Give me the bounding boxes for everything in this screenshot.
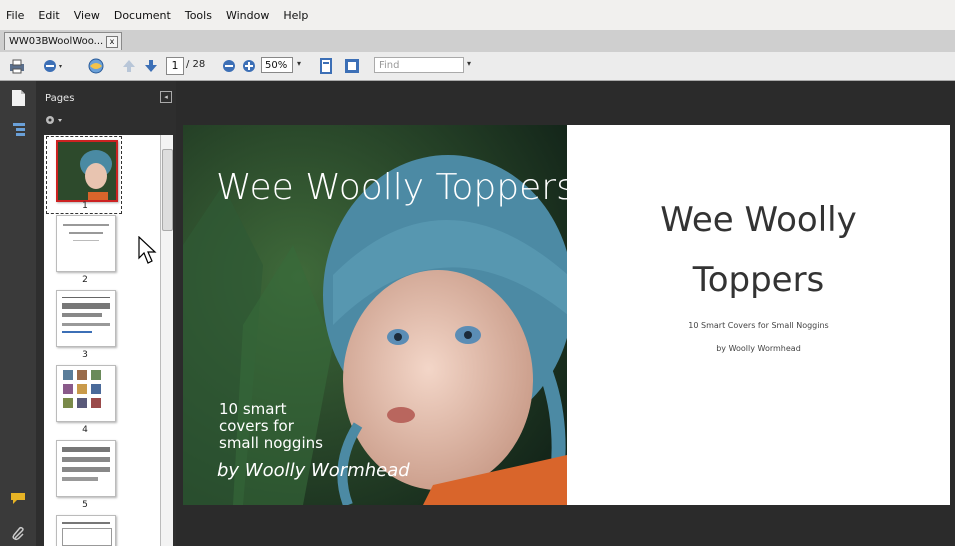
mouse-cursor-icon [138,236,157,264]
zoom-out-icon [223,60,235,72]
thumbnail-grid-image [63,370,101,408]
comment-icon[interactable] [9,491,27,505]
previous-page-button[interactable] [122,57,136,75]
print-button[interactable] [8,57,26,75]
cover-subtitle-line-3: small noggins [219,434,323,452]
document-tab-bar: WW03BWoolWoo... x [0,30,955,53]
options-gear-icon[interactable] [44,113,68,127]
share-button[interactable] [42,57,64,75]
pages-panel: Pages ◂ 1 2 3 4 5 [36,81,176,546]
thumbnail-page-2[interactable] [56,215,116,272]
thumbnail-page-3[interactable] [56,290,116,347]
thumbnail-label-5: 5 [82,500,88,510]
thumbnail-label-4: 4 [82,425,88,435]
thumbnail-page-5[interactable] [56,440,116,497]
title-page-subtitle: 10 Smart Covers for Small Noggins [688,321,829,330]
menu-window[interactable]: Window [226,9,269,22]
zoom-level-input[interactable]: 50% [261,57,293,73]
fit-width-button[interactable] [344,57,360,75]
pages-panel-header: Pages ◂ [36,81,176,109]
panel-options-bar [36,109,176,131]
thumbnail-cover-image [58,142,116,200]
next-page-button[interactable] [144,57,158,75]
thumbnail-label-2: 2 [82,275,88,285]
toolbar: 1 / 28 50% ▾ Find ▾ [0,52,955,81]
fit-page-icon [320,58,332,74]
zoom-dropdown-icon[interactable]: ▾ [297,59,301,68]
title-page-author: by Woolly Wormhead [716,344,801,353]
thumbnail-page-6[interactable] [56,515,116,546]
thumbnail-label-1: 1 [82,201,88,211]
menu-view[interactable]: View [74,9,100,22]
thumbnail-page-1[interactable] [56,140,118,202]
globe-icon [88,58,104,74]
pages-panel-title: Pages [45,93,75,104]
pages-panel-icon[interactable] [10,89,26,107]
close-tab-icon[interactable]: x [106,35,118,48]
menu-help[interactable]: Help [283,9,308,22]
find-dropdown-icon[interactable]: ▾ [467,59,471,68]
thumbnail-scrollbar[interactable] [160,135,173,546]
find-input[interactable]: Find [374,57,464,73]
menu-tools[interactable]: Tools [185,9,212,22]
zoom-out-button[interactable] [222,57,236,75]
attachment-icon[interactable] [11,526,27,542]
cover-subtitle: 10 smart covers for small noggins [219,401,323,452]
zoom-in-button[interactable] [242,57,256,75]
thumbnail-label-3: 3 [82,350,88,360]
cover-subtitle-line-2: covers for [219,417,294,435]
document-tab-title: WW03BWoolWoo... [9,36,104,47]
cover-title: Wee Woolly Toppers [216,167,567,208]
share-icon [44,60,62,72]
fit-page-button[interactable] [318,57,334,75]
arrow-down-icon [145,60,157,72]
document-tab[interactable]: WW03BWoolWoo... x [4,32,122,50]
navigation-rail [0,81,36,546]
title-page-line-2: Toppers [692,260,825,300]
title-page: Wee Woolly Toppers 10 Smart Covers for S… [567,125,950,505]
title-page-line-1: Wee Woolly [660,200,857,240]
thumbnail-list: 1 2 3 4 5 [44,135,164,546]
cover-page: Wee Woolly Toppers 10 smart covers for s… [183,125,567,505]
printer-icon [10,59,24,74]
menu-edit[interactable]: Edit [38,9,59,22]
thumbnail-page-4[interactable] [56,365,116,422]
bookmarks-panel-icon[interactable] [11,121,27,139]
fit-width-icon [345,59,359,73]
zoom-in-icon [243,60,255,72]
page-total-label: / 28 [186,59,206,70]
menu-bar: File Edit View Document Tools Window Hel… [0,0,955,30]
menu-file[interactable]: File [6,9,24,22]
cover-subtitle-line-1: 10 smart [219,400,287,418]
scrollbar-thumb[interactable] [162,149,173,231]
collaborate-button[interactable] [86,57,106,75]
arrow-up-icon [123,60,135,72]
menu-document[interactable]: Document [114,9,171,22]
collapse-panel-icon[interactable]: ◂ [160,91,172,103]
page-number-input[interactable]: 1 [166,57,184,75]
cover-author: by Woolly Wormhead [217,460,410,481]
